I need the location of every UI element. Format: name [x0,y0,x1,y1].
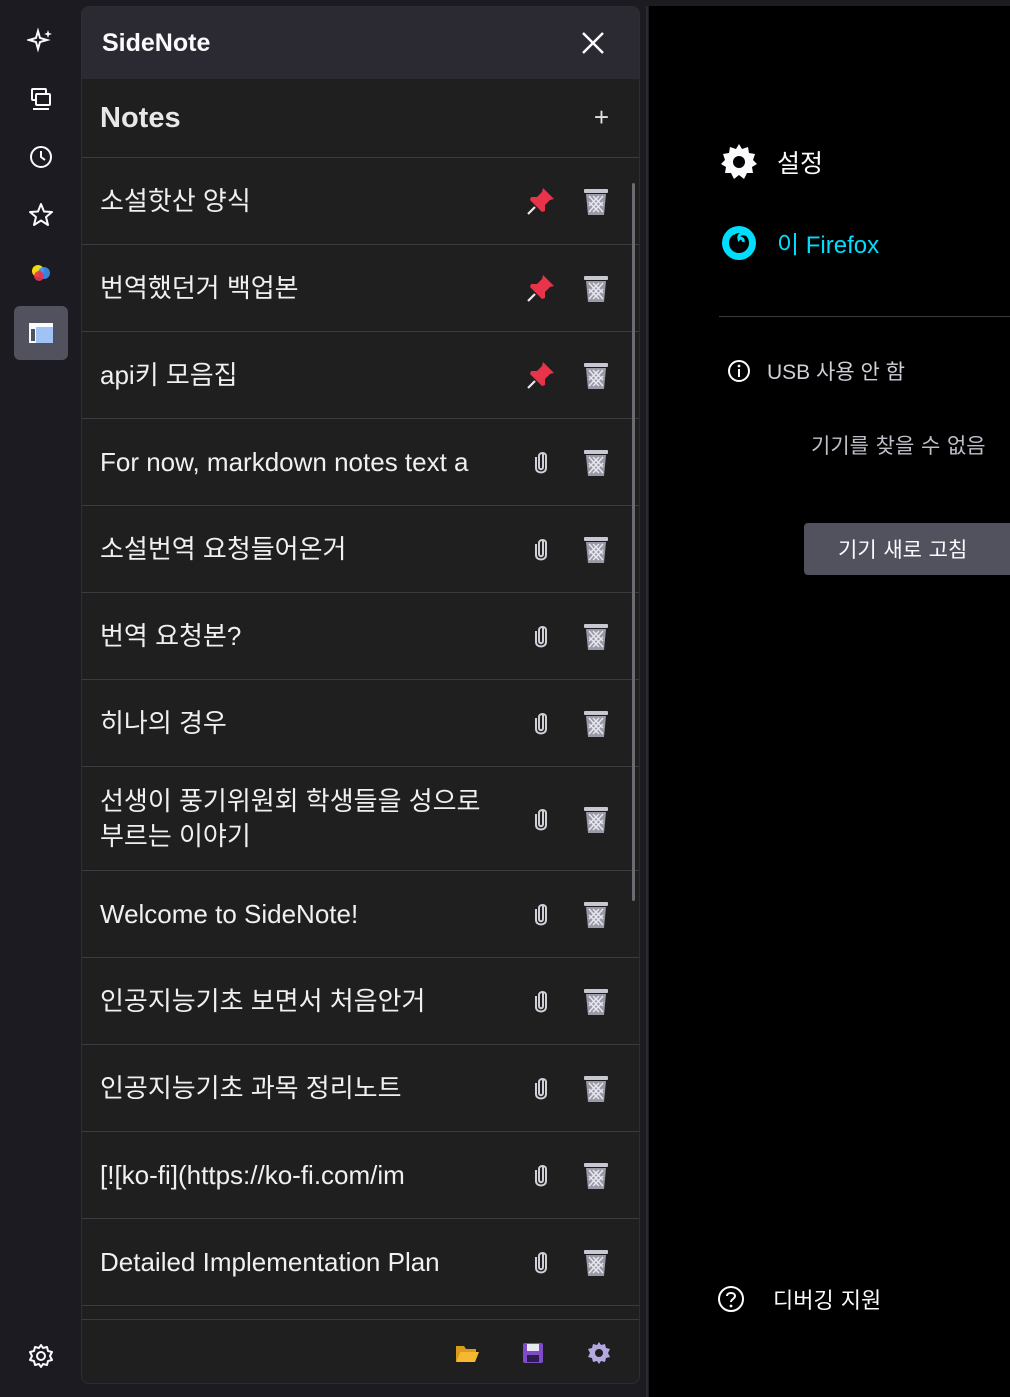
note-row[interactable]: For now, markdown notes text a [82,419,639,506]
note-title[interactable]: [![ko-fi](https://ko-fi.com/im [100,1158,510,1193]
note-row[interactable]: 히나의 경우 [82,680,639,767]
note-row[interactable]: api키 모음집 [82,332,639,419]
section-divider [719,316,1010,317]
note-title[interactable]: 소설번역 요청들어온거 [100,532,510,567]
settings-gear-icon[interactable] [586,1340,612,1366]
synced-tabs-icon[interactable] [14,72,68,126]
scrollbar[interactable] [632,183,635,901]
paperclip-icon[interactable] [526,534,556,564]
usb-status: USB 사용 안 함 [727,356,905,386]
debugging-support-link[interactable]: 디버깅 지원 [717,1283,881,1315]
note-title[interactable]: Welcome to SideNote! [100,897,510,932]
paperclip-icon[interactable] [526,621,556,651]
note-row[interactable]: [![ko-fi](https://ko-fi.com/im [82,1132,639,1219]
pushpin-icon[interactable] [526,186,556,216]
trash-icon[interactable] [581,803,611,835]
trash-icon[interactable] [581,185,611,217]
this-firefox-label: 이 Firefox [777,231,880,259]
notes-heading: Notes [100,101,181,134]
sidenote-panel: SideNote Notes + 소설핫산 양식번역했던거 백업본 api키 모음… [81,6,640,1384]
note-title[interactable]: 선생이 풍기위원회 학생들을 성으로 부르는 이야기 [100,784,510,854]
note-title[interactable]: 히나의 경우 [100,706,510,741]
trash-icon[interactable] [581,1072,611,1104]
panel-divider[interactable] [646,6,648,1397]
paperclip-icon[interactable] [526,899,556,929]
gear-icon [721,144,757,179]
usb-status-label: USB 사용 안 함 [767,361,905,384]
note-row[interactable]: Detailed Implementation Plan [82,1219,639,1306]
trash-icon[interactable] [581,533,611,565]
folder-open-icon[interactable] [454,1340,480,1366]
paperclip-icon[interactable] [526,804,556,834]
trash-icon[interactable] [581,620,611,652]
note-title[interactable]: 번역 요청본? [100,619,510,654]
panel-footer [82,1319,639,1383]
about-debugging-page: 설정 이 Firefox USB 사용 안 함 기기를 찾을 수 없음 기기 새… [649,6,1010,1397]
left-rail [0,0,80,1397]
refresh-devices-button[interactable]: 기기 새로 고침 [804,523,1010,575]
history-icon[interactable] [14,130,68,184]
paperclip-icon[interactable] [526,1160,556,1190]
note-row[interactable]: 번역했던거 백업본 [82,245,639,332]
notes-list: 소설핫산 양식번역했던거 백업본 api키 모음집 For now, markdow… [82,158,639,1318]
settings-nav-item[interactable]: 설정 [719,142,823,182]
info-icon [728,360,750,382]
firefox-logo-icon [722,226,756,260]
close-icon[interactable] [577,27,609,59]
pushpin-icon[interactable] [526,273,556,303]
note-row[interactable]: 소설번역 요청들어온거 [82,506,639,593]
note-title[interactable]: 번역했던거 백업본 [100,271,510,306]
trash-icon[interactable] [581,898,611,930]
trash-icon[interactable] [581,272,611,304]
settings-label: 설정 [777,149,824,178]
note-title[interactable]: For now, markdown notes text a [100,445,510,480]
bookmarks-star-icon[interactable] [14,188,68,242]
paperclip-icon[interactable] [526,986,556,1016]
trash-icon[interactable] [581,446,611,478]
this-firefox-nav-item[interactable]: 이 Firefox [719,222,879,262]
trash-icon[interactable] [581,985,611,1017]
trash-icon[interactable] [581,1159,611,1191]
add-note-button[interactable]: + [594,102,609,132]
paperclip-icon[interactable] [526,447,556,477]
note-row[interactable]: 인공지능기초 과목 정리노트 [82,1045,639,1132]
customize-sidebar-gear-icon[interactable] [14,1329,68,1383]
extension-colorful-icon[interactable] [14,246,68,300]
paperclip-icon[interactable] [526,1073,556,1103]
note-row[interactable]: 번역 요청본? [82,593,639,680]
note-row[interactable]: 인공지능기초 보면서 처음안거 [82,958,639,1045]
pushpin-icon[interactable] [526,360,556,390]
sidebar-panel-icon[interactable] [14,306,68,360]
note-title[interactable]: 인공지능기초 보면서 처음안거 [100,984,510,1019]
debugging-support-label: 디버깅 지원 [773,1289,882,1314]
note-title[interactable]: Detailed Implementation Plan [100,1245,510,1280]
paperclip-icon[interactable] [526,1247,556,1277]
help-question-icon [718,1286,744,1312]
panel-title: SideNote [102,28,211,57]
notes-header: Notes + [82,79,639,158]
note-row[interactable]: 소설핫산 양식 [82,158,639,245]
ai-chatbot-icon[interactable] [14,14,68,68]
note-title[interactable]: api키 모음집 [100,358,510,393]
trash-icon[interactable] [581,359,611,391]
paperclip-icon[interactable] [526,708,556,738]
note-title[interactable]: 인공지능기초 과목 정리노트 [100,1071,510,1106]
save-disk-icon[interactable] [520,1340,546,1366]
note-title[interactable]: 소설핫산 양식 [100,184,510,219]
note-row[interactable]: Welcome to SideNote! [82,871,639,958]
panel-header: SideNote [82,7,639,79]
trash-icon[interactable] [581,1246,611,1278]
trash-icon[interactable] [581,707,611,739]
note-row[interactable]: 선생이 풍기위원회 학생들을 성으로 부르는 이야기 [82,767,639,871]
no-devices-text: 기기를 찾을 수 없음 [811,434,986,458]
